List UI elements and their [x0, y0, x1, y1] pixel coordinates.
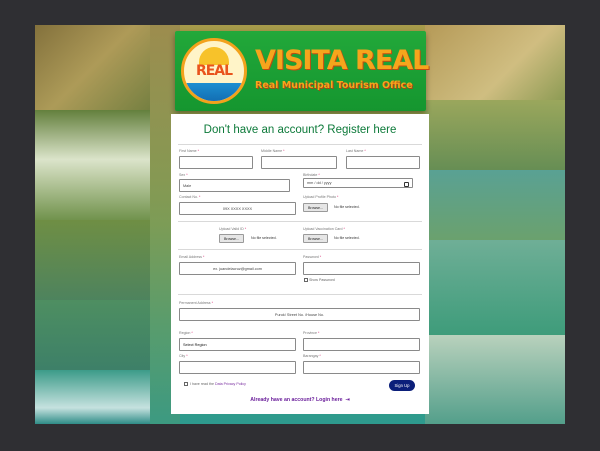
profile-photo-status: No file selected. — [334, 205, 360, 209]
email-label: Email Address * — [179, 255, 205, 259]
province-label: Province * — [303, 331, 320, 335]
form-heading: Don't have an account? Register here — [203, 124, 397, 136]
photo-resort-sign — [425, 25, 565, 100]
vaccination-card-label: Upload Vaccination Card * — [303, 227, 345, 231]
vaccination-card-status: No file selected. — [334, 236, 360, 240]
calendar-icon[interactable] — [404, 182, 409, 187]
wave-icon — [184, 83, 244, 101]
sign-up-button[interactable]: Sign Up — [389, 380, 415, 391]
birthdate-value: mm / dd / yyyy — [307, 181, 332, 185]
valid-id-label: Upload Valid ID * — [219, 227, 247, 231]
photo-beach-house — [425, 170, 565, 240]
brand-title: VISITA REAL — [255, 45, 429, 76]
password-input[interactable] — [303, 262, 420, 275]
middle-name-label: Middle Name * — [261, 149, 285, 153]
divider — [178, 249, 422, 250]
brand-subtitle: Real Municipal Tourism Office — [255, 80, 413, 91]
sex-select[interactable]: Male — [179, 179, 290, 192]
profile-photo-label: Upload Profile Photo * — [303, 195, 339, 199]
barangay-label: Barangay * — [303, 354, 321, 358]
email-input[interactable]: ex. juandelacruz@gmail.com — [179, 262, 296, 275]
contact-input[interactable]: 09X XXXX XXXX — [179, 202, 296, 215]
privacy-checkbox[interactable] — [184, 382, 188, 386]
logo-text: REAL — [195, 63, 233, 79]
valid-id-status: No file selected. — [251, 236, 277, 240]
vaccination-card-browse-button[interactable]: Browse... — [303, 234, 328, 243]
first-name-input[interactable] — [179, 156, 253, 169]
city-label: City * — [179, 354, 188, 358]
contact-label: Contact No. * — [179, 195, 201, 199]
show-password-label: Show Password — [309, 278, 335, 282]
birthdate-input[interactable]: mm / dd / yyyy — [303, 178, 413, 188]
divider — [178, 144, 422, 145]
first-name-label: First Name * — [179, 149, 199, 153]
photo-surfer — [35, 370, 150, 424]
middle-name-input[interactable] — [261, 156, 337, 169]
photo-waterfall — [35, 110, 150, 220]
address-input[interactable]: Purok/ Street No. /House No. — [179, 308, 420, 321]
divider — [178, 221, 422, 222]
photo-hotel — [425, 335, 565, 424]
header-banner: REAL VISITA REAL Real Municipal Tourism … — [175, 31, 429, 111]
privacy-agree-text: I have read the Data Privacy Policy — [190, 382, 246, 386]
photo-cottage — [425, 100, 565, 170]
profile-photo-browse-button[interactable]: Browse... — [303, 203, 328, 212]
birthdate-label: Birthdate * — [303, 173, 320, 177]
photo-beach — [425, 240, 565, 335]
address-label: Permanent Address * — [179, 301, 213, 305]
tourism-logo: REAL — [181, 38, 247, 104]
login-arrow-icon: ⇥ — [345, 397, 350, 403]
photo-bridge — [35, 25, 150, 110]
city-select[interactable] — [179, 361, 296, 374]
barangay-select[interactable] — [303, 361, 420, 374]
sex-label: Sex * — [179, 173, 188, 177]
last-name-input[interactable] — [346, 156, 420, 169]
photo-kayak — [35, 220, 150, 300]
region-select[interactable]: Select Region — [179, 338, 296, 351]
show-password-checkbox[interactable] — [304, 278, 308, 282]
divider — [178, 294, 422, 295]
province-select[interactable] — [303, 338, 420, 351]
region-label: Region * — [179, 331, 193, 335]
valid-id-browse-button[interactable]: Browse... — [219, 234, 244, 243]
registration-form: Don't have an account? Register here Fir… — [171, 114, 429, 414]
last-name-label: Last Name * — [346, 149, 366, 153]
login-link[interactable]: Already have an account? Login here ⇥ — [171, 397, 429, 403]
privacy-policy-link[interactable]: Data Privacy Policy — [215, 382, 246, 386]
password-label: Password * — [303, 255, 322, 259]
photo-rafting — [35, 300, 150, 370]
